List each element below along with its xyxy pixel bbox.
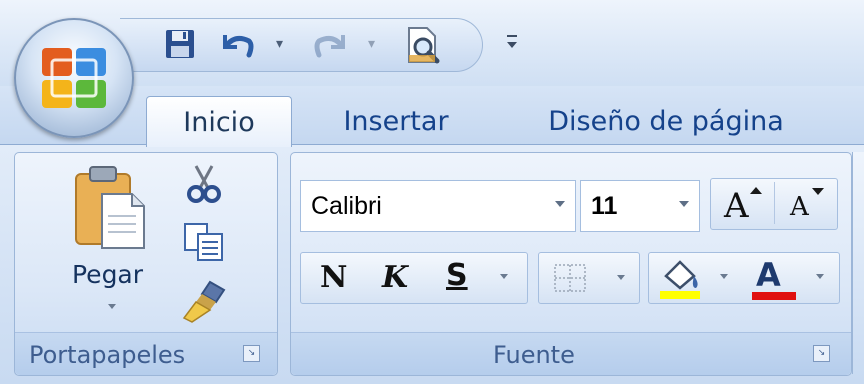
tab-label: Inicio [183,106,255,138]
bold-label: N [320,260,348,295]
customize-toolbar-icon[interactable] [504,30,520,54]
font-color-label: A [756,256,781,294]
font-size-value: 11 [591,192,618,220]
shrink-font-button[interactable]: A [778,182,834,226]
paste-label: Pegar [72,260,144,289]
font-color-swatch [752,292,796,300]
tab-inicio[interactable]: Inicio [146,96,292,147]
tab-label: Diseño de página [548,105,784,137]
paste-dropdown-icon[interactable] [108,304,116,309]
tab-label: Insertar [343,105,449,137]
grow-font-button[interactable]: A [716,182,772,226]
office-logo-icon [42,48,106,108]
italic-label: K [382,260,409,295]
clipboard-dialog-launcher-icon[interactable]: ↘ [243,345,260,362]
grow-font-label: A [724,186,749,226]
redo-dropdown-icon[interactable]: ▾ [368,36,375,52]
fill-color-button[interactable] [656,256,736,300]
copy-icon [184,223,223,261]
font-dialog-launcher-icon[interactable]: ↘ [813,345,830,362]
grow-arrow-icon [750,187,762,194]
paste-icon [75,166,145,249]
print-preview-icon[interactable] [402,24,444,66]
font-name-combobox[interactable]: Calibri [300,180,576,232]
borders-button[interactable] [538,252,640,304]
borders-dropdown-icon[interactable] [617,275,625,280]
shrink-arrow-icon [812,188,824,195]
undo-dropdown-icon[interactable]: ▾ [276,36,283,52]
format-painter-icon [182,280,226,323]
tab-diseno-de-pagina[interactable]: Diseño de página [516,96,816,146]
group-label: Fuente [493,341,575,369]
next-group-edge [852,152,864,374]
save-icon[interactable] [162,26,198,62]
underline-label: S [446,258,468,293]
chevron-down-icon[interactable] [555,201,565,207]
font-color-dropdown-icon[interactable] [816,274,824,279]
italic-button[interactable]: K [368,256,420,300]
shrink-font-label: A [790,192,809,222]
undo-icon[interactable] [218,28,258,60]
format-painter-button[interactable] [180,278,230,324]
tab-insertar[interactable]: Insertar [316,96,476,146]
group-label: Portapapeles [29,341,186,369]
font-name-value: Calibri [311,192,382,220]
bold-button[interactable]: N [306,256,358,300]
fill-bucket-icon [660,260,700,299]
paste-button[interactable]: Pegar [56,160,166,320]
font-color-button[interactable]: A [748,256,834,300]
fill-color-dropdown-icon[interactable] [720,274,728,279]
office-button[interactable] [14,18,134,138]
underline-button[interactable]: S [432,256,484,300]
font-size-combobox[interactable]: 11 [580,180,700,232]
chevron-down-icon[interactable] [679,201,689,207]
divider [774,182,775,224]
cut-button[interactable] [182,162,226,206]
redo-icon[interactable] [310,28,350,60]
borders-icon [554,264,586,292]
copy-button[interactable] [182,220,226,264]
underline-dropdown-icon[interactable] [500,274,508,279]
cut-icon [187,165,221,203]
